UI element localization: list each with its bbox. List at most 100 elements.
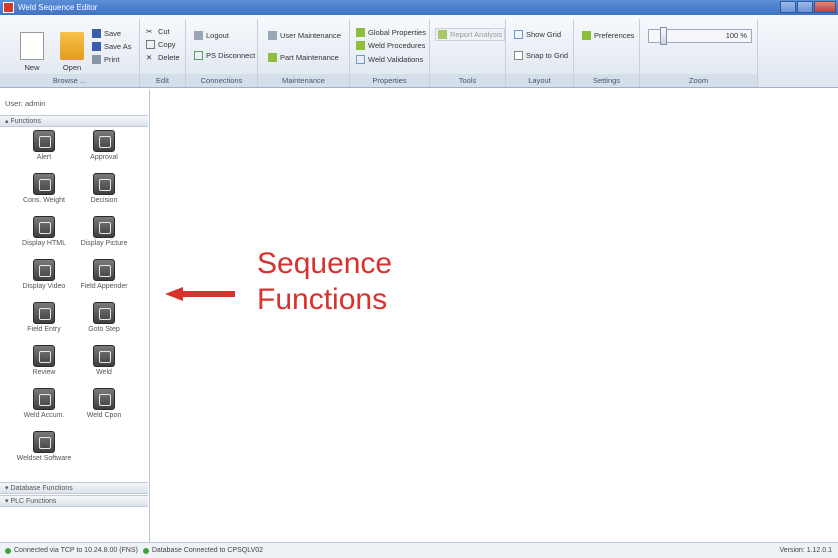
preferences-button[interactable]: Preferences xyxy=(582,31,634,40)
save-as-button[interactable]: Save As xyxy=(92,42,132,51)
arrow-left-icon xyxy=(165,287,235,301)
group-layout: Show Grid Snap to Grid Layout xyxy=(506,19,574,87)
function-label: Decision xyxy=(90,197,118,204)
save-button[interactable]: Save xyxy=(92,29,121,38)
approval-icon xyxy=(93,130,115,152)
group-edit: ✂ Cut Copy ✕ Delete Edit xyxy=(140,19,186,87)
report-analysis-button[interactable]: Report Analysis xyxy=(435,28,506,41)
delete-button[interactable]: ✕ Delete xyxy=(146,53,180,62)
function-goto-step[interactable]: Goto Step xyxy=(72,302,136,333)
group-maintenance: User Maintenance Part Maintenance Mainte… xyxy=(258,19,350,87)
delete-icon: ✕ xyxy=(146,53,153,62)
function-label: Display HTML xyxy=(22,240,66,247)
save-icon xyxy=(92,29,101,38)
group-zoom: 100 % Zoom xyxy=(640,19,758,87)
weld-procedures-button[interactable]: Weld Procedures xyxy=(356,41,425,50)
function-display-video[interactable]: Display Video xyxy=(12,259,76,290)
field-appender-icon xyxy=(93,259,115,281)
zoom-slider-thumb[interactable] xyxy=(660,27,667,45)
gear-icon xyxy=(582,31,591,40)
status-bar: Connected via TCP to 10.24.8.00 (FNS) Da… xyxy=(0,542,838,558)
print-button[interactable]: Print xyxy=(92,55,119,64)
group-browse: New Open Save Save As Print Browse ... xyxy=(0,19,140,87)
group-label-properties: Properties xyxy=(350,74,429,87)
db-status: Database Connected to CPSQLV02 xyxy=(151,547,264,554)
new-button[interactable]: New xyxy=(20,32,44,72)
functions-header[interactable]: ▴ Functions xyxy=(0,115,148,127)
maximize-button[interactable] xyxy=(797,1,813,13)
group-label-zoom: Zoom xyxy=(640,74,757,87)
logout-button[interactable]: Logout xyxy=(194,31,229,40)
display-video-icon xyxy=(33,259,55,281)
function-label: Weld Cpon xyxy=(86,412,122,419)
function-label: Review xyxy=(32,369,56,376)
close-button[interactable] xyxy=(814,1,836,13)
part-maintenance-button[interactable]: Part Maintenance xyxy=(268,53,339,62)
user-icon xyxy=(268,31,277,40)
gear-icon xyxy=(356,28,365,37)
function-label: Goto Step xyxy=(88,326,120,333)
gear-icon xyxy=(268,53,277,62)
copy-button[interactable]: Copy xyxy=(146,40,176,49)
weld-validations-button[interactable]: Weld Validations xyxy=(356,55,423,64)
zoom-value: 100 % xyxy=(725,31,747,40)
function-alert[interactable]: Alert xyxy=(12,130,76,161)
user-maintenance-button[interactable]: User Maintenance xyxy=(268,31,341,40)
decision-icon xyxy=(93,173,115,195)
function-weld[interactable]: Weld xyxy=(72,345,136,376)
group-label-browse: Browse ... xyxy=(0,74,139,87)
group-label-edit: Edit xyxy=(140,74,185,87)
group-label-maintenance: Maintenance xyxy=(258,74,349,87)
open-folder-icon xyxy=(60,32,84,60)
function-cons-weight[interactable]: Cons. Weight xyxy=(12,173,76,204)
group-label-tools: Tools xyxy=(430,74,505,87)
function-label: Display Video xyxy=(22,283,66,290)
global-properties-button[interactable]: Global Properties xyxy=(356,28,426,37)
function-label: Field Entry xyxy=(27,326,61,333)
window-controls xyxy=(779,1,836,13)
functions-panel: User: admin ▴ Functions Alert Approval Con… xyxy=(0,90,150,542)
group-properties: Global Properties Weld Procedures Weld V… xyxy=(350,19,430,87)
function-field-entry[interactable]: Field Entry xyxy=(12,302,76,333)
show-grid-button[interactable]: Show Grid xyxy=(514,30,561,39)
function-field-appender[interactable]: Field Appender xyxy=(72,259,136,290)
sequence-canvas[interactable]: Sequence Functions xyxy=(151,90,838,542)
function-label: Approval xyxy=(90,154,118,161)
weldset-software-icon xyxy=(33,431,55,453)
logout-icon xyxy=(194,31,203,40)
checkbox-icon xyxy=(514,51,523,60)
current-user: User: admin xyxy=(5,99,46,108)
ribbon: New Open Save Save As Print Browse ... ✂… xyxy=(0,15,838,88)
grid-icon xyxy=(194,51,203,60)
save-as-icon xyxy=(92,42,101,51)
function-decision[interactable]: Decision xyxy=(72,173,136,204)
snap-to-grid-checkbox[interactable]: Snap to Grid xyxy=(514,51,568,60)
function-review[interactable]: Review xyxy=(12,345,76,376)
app-icon xyxy=(3,2,14,13)
annotation-line-2: Functions xyxy=(257,283,388,316)
function-approval[interactable]: Approval xyxy=(72,130,136,161)
display-picture-icon xyxy=(93,216,115,238)
group-settings: Preferences Settings xyxy=(574,19,640,87)
function-weldset-software[interactable]: Weldset Software xyxy=(12,431,76,462)
review-icon xyxy=(33,345,55,367)
copy-icon xyxy=(146,40,155,49)
group-label-layout: Layout xyxy=(506,74,573,87)
function-label: Weld xyxy=(96,369,112,376)
minimize-button[interactable] xyxy=(780,1,796,13)
cut-button[interactable]: ✂ Cut xyxy=(146,27,170,36)
open-button[interactable]: Open xyxy=(60,32,84,72)
group-label-connections: Connections xyxy=(186,74,257,87)
function-display-picture[interactable]: Display Picture xyxy=(72,216,136,247)
ps-disconnect-button[interactable]: PS Disconnect xyxy=(194,51,255,60)
weld-icon xyxy=(93,345,115,367)
plc-functions-header[interactable]: ▾ PLC Functions xyxy=(0,495,148,507)
group-connections: Logout PS Disconnect Connections xyxy=(186,19,258,87)
database-functions-header[interactable]: ▾ Database Functions xyxy=(0,482,148,494)
function-weld-accum[interactable]: Weld Accum. xyxy=(12,388,76,419)
field-entry-icon xyxy=(33,302,55,324)
tcp-status: Connected via TCP to 10.24.8.00 (FNS) xyxy=(14,547,138,554)
group-tools: Report Analysis Tools xyxy=(430,19,506,87)
function-weld-cpon[interactable]: Weld Cpon xyxy=(72,388,136,419)
function-display-html[interactable]: Display HTML xyxy=(12,216,76,247)
